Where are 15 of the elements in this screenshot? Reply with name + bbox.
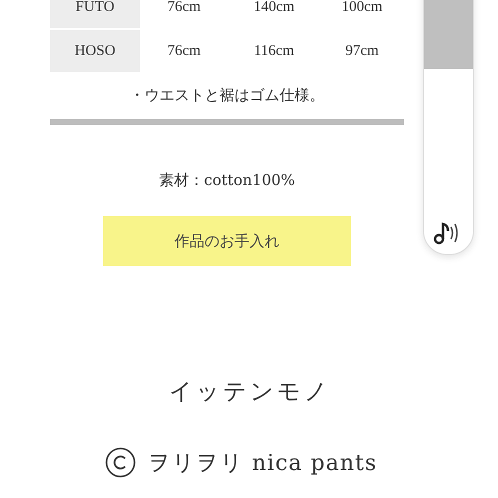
table-cell-text: 97cm	[344, 42, 380, 60]
care-button[interactable]: 作品のお手入れ	[103, 216, 351, 266]
table-cell-text: 76cm	[166, 42, 202, 60]
material-text: 素材：cotton100%	[158, 171, 296, 190]
table-cell-text: 76cm	[166, 0, 202, 16]
copyright-text: ヲリヲリ nica pants	[148, 450, 378, 478]
copyright-icon	[105, 447, 136, 478]
table-cell-text: 100cm	[340, 0, 384, 16]
table-cell-text: 116cm	[252, 42, 296, 60]
note-text: ・ウエストと裾はゴム仕様。	[130, 86, 324, 105]
slider-thumb[interactable]	[424, 0, 473, 69]
table-cell-text: 140cm	[252, 0, 296, 16]
row-header: HOSO	[50, 30, 140, 72]
shop-name: イッテンモノ	[168, 378, 332, 407]
row-header: FUTO	[50, 0, 140, 28]
